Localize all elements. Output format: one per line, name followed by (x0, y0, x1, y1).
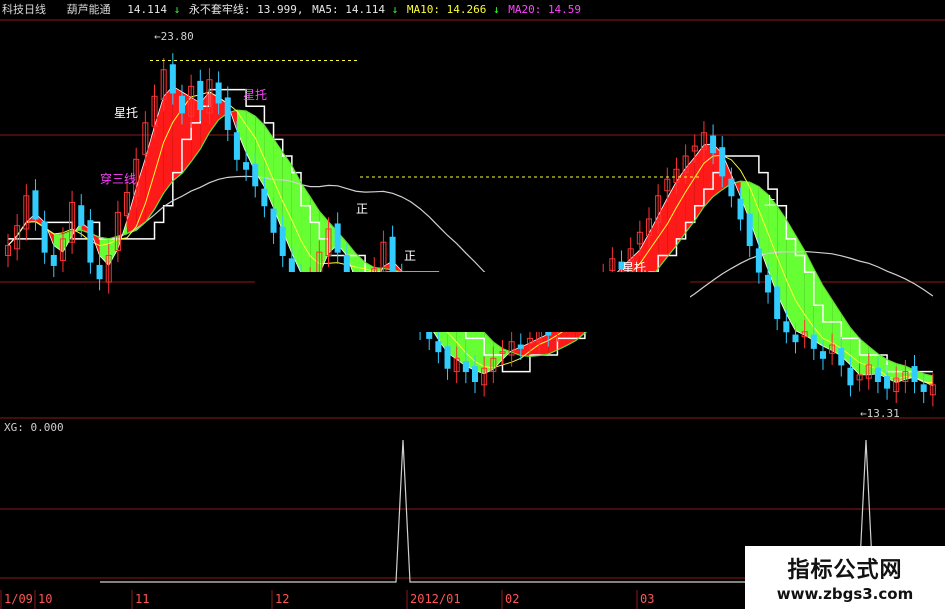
annotation-shang: 上 (764, 194, 777, 208)
band-segment (795, 235, 805, 336)
xg-label: XG: 0.000 (4, 421, 64, 434)
indicator-header: 科技日线 葫芦能通 14.114 ↓ 永不套牢线: 13.999, MA5: 1… (0, 2, 581, 18)
band-segment (667, 181, 677, 257)
band-segment (804, 250, 814, 341)
annotation-zheng-2: 正 (356, 202, 369, 216)
header-arrow-2: ↓ (391, 3, 399, 16)
band-segment (859, 338, 869, 375)
candle-body (911, 366, 918, 383)
candle-body (545, 331, 552, 336)
candle-body (920, 384, 927, 392)
candle-body (96, 264, 103, 280)
candle-body (838, 347, 845, 366)
header-item-2: 14.114 (127, 3, 167, 16)
candle-body (78, 205, 85, 227)
candle-body (737, 198, 744, 220)
min-price-label: ←13.31 (860, 407, 900, 420)
header-arrow-3: ↓ (492, 3, 500, 16)
candle-body (252, 163, 259, 187)
candle-body (517, 344, 524, 349)
candle-body (261, 188, 268, 207)
candle-body (426, 331, 433, 339)
watermark-line2: www.zbgs3.com (776, 585, 914, 603)
watermark: 指标公式网 www.zbgs3.com (745, 546, 945, 609)
candle-body (719, 147, 726, 177)
x-tick-label: 03 (640, 592, 654, 606)
candle-body (334, 223, 341, 253)
candle-body (810, 334, 817, 349)
band-segment (136, 158, 146, 231)
candle-body (243, 162, 250, 170)
header-arrow-1: ↓ (173, 3, 181, 16)
x-tick-label: 2012/01 (410, 592, 461, 606)
band-segment (301, 182, 311, 281)
band-segment (145, 126, 155, 223)
candle-body (792, 334, 799, 343)
candle-body (389, 236, 396, 273)
candle-body (874, 367, 881, 383)
candle-body (819, 351, 826, 359)
candle-body (755, 248, 762, 273)
candle-body (270, 208, 277, 233)
annotation-zheng-1: 正 (404, 249, 417, 263)
band-segment (539, 333, 549, 356)
candle-body (884, 376, 891, 389)
candle-body (471, 366, 479, 383)
header-item-9: MA20: 14.59 (508, 3, 582, 16)
candle-body (462, 361, 469, 373)
obscured-region (255, 272, 690, 332)
annotation-cross-three-lines: 穿三线 (100, 172, 137, 186)
x-tick-label: 1/09 (4, 592, 33, 606)
band-segment (99, 237, 109, 266)
band-segment (685, 157, 695, 233)
candle-body (728, 178, 735, 197)
candle-body (50, 254, 57, 266)
candle-body (215, 82, 222, 104)
candle-body (279, 226, 286, 256)
candle-body (197, 80, 204, 111)
candle-body (444, 346, 451, 369)
x-tick-label: 02 (505, 592, 519, 606)
header-item-4: 永不套牢线: 13.999, (188, 3, 304, 16)
header-item-1: 葫芦能通 (66, 3, 111, 16)
candle-body (87, 220, 94, 263)
candle-body (233, 132, 240, 160)
candle-body (41, 221, 48, 253)
band-segment (127, 188, 137, 234)
candle-body (32, 190, 39, 220)
band-segment (154, 96, 164, 210)
max-price-label: ←23.80 (154, 30, 194, 43)
candle-body (710, 135, 717, 154)
candle-body (847, 367, 854, 386)
x-tick-label: 12 (275, 592, 289, 606)
candle-body (746, 213, 753, 247)
header-item-5: MA5: 14.114 (312, 3, 385, 16)
candle-body (224, 97, 231, 130)
x-tick-label: 10 (38, 592, 52, 606)
candle-body (435, 341, 442, 353)
watermark-line1: 指标公式网 (787, 558, 903, 583)
candle-body (783, 321, 790, 333)
candle-body (765, 274, 772, 293)
header-item-7: MA10: 14.266 (406, 3, 487, 16)
band-segment (813, 268, 823, 347)
candle-body (774, 286, 781, 320)
x-tick-label: 11 (135, 592, 149, 606)
band-segment (53, 233, 63, 253)
header-item-0: 科技日线 (2, 3, 46, 16)
band-segment (786, 219, 796, 331)
candle-body (178, 95, 186, 114)
candle-body (169, 64, 176, 94)
candle-body (288, 258, 295, 273)
annotation-star-1: 星托 (114, 106, 139, 120)
annotation-star-2: 星托 (243, 88, 268, 102)
